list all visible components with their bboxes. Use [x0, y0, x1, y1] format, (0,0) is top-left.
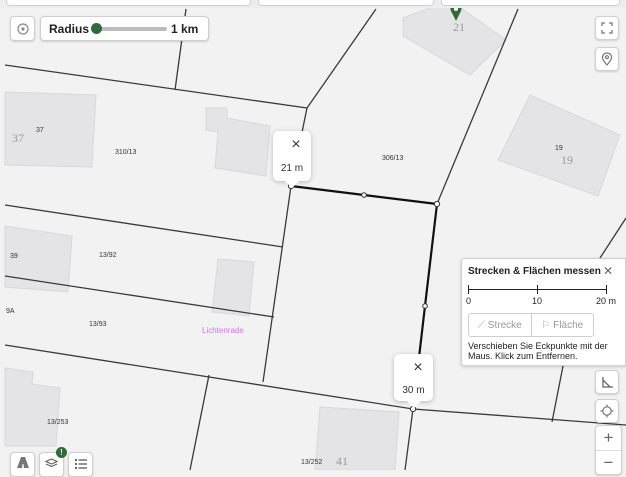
parcel-label: 310/13 — [115, 149, 137, 156]
parcel-label: 39 — [10, 253, 18, 260]
parcel-label: 13/93 — [89, 321, 107, 328]
basemap-icon — [16, 457, 29, 468]
fullscreen-icon — [601, 22, 613, 34]
house-number: 37 — [12, 131, 24, 145]
area-button-label: Fläche — [553, 319, 584, 331]
measure-midpoint[interactable] — [361, 192, 367, 198]
measure-midpoint[interactable] — [422, 303, 428, 309]
parcel-label: 19 — [555, 145, 563, 152]
list-button[interactable] — [68, 452, 93, 477]
radius-label: Radius — [49, 22, 90, 36]
zoom-out-icon[interactable]: − — [596, 450, 621, 474]
zoom-control: + − — [595, 425, 622, 475]
scale-tick — [468, 285, 469, 294]
close-icon[interactable]: × — [289, 137, 303, 153]
segment-length: 21 m — [280, 163, 304, 174]
map-canvas[interactable]: 37 310/13 306/13 19 13/92 39 9A 13/93 13… — [0, 0, 626, 470]
radius-slider-track[interactable] — [92, 27, 167, 31]
layers-icon — [45, 458, 58, 468]
parcel-label: 306/13 — [382, 155, 404, 162]
scale-tick — [606, 285, 607, 294]
location-pin-icon — [601, 52, 613, 66]
measure-panel-title: Strecken & Flächen messen — [468, 266, 601, 277]
measure-panel: Strecken & Flächen messen ✕ 0 10 20 m ⟋ … — [461, 258, 626, 366]
building — [314, 406, 400, 470]
scale-label: 20 m — [596, 296, 617, 306]
distance-button-label: Strecke — [487, 319, 522, 331]
distance-icon: ⟋ — [477, 319, 485, 331]
measure-ruler-icon — [601, 376, 613, 388]
layers-alert-badge: ! — [56, 447, 67, 458]
area-flag-icon: ⚐ — [541, 319, 551, 331]
scale-label: 10 — [532, 296, 543, 306]
segment-popup: × 30 m — [394, 354, 433, 409]
building — [4, 91, 97, 168]
scale-label: 0 — [466, 296, 472, 306]
radius-target-button[interactable] — [10, 16, 35, 41]
zoom-in-icon[interactable]: + — [596, 426, 621, 450]
building — [211, 258, 255, 317]
location-pin-button[interactable] — [595, 47, 619, 71]
parcel-label: 13/253 — [47, 419, 69, 426]
search-field[interactable] — [6, 0, 251, 6]
district-label: Lichtenrade — [202, 326, 244, 335]
parcel-label: 37 — [36, 127, 44, 134]
distance-button[interactable]: ⟋ Strecke — [469, 314, 531, 336]
basemap-button[interactable] — [10, 452, 35, 477]
locate-button[interactable] — [595, 399, 619, 423]
search-field-secondary[interactable] — [258, 0, 434, 6]
measure-hint: Verschieben Sie Eckpunkte mit der Maus. … — [468, 341, 608, 361]
toolbar-segment[interactable] — [441, 0, 620, 6]
top-bar — [0, 0, 626, 8]
scale-tick — [537, 285, 538, 294]
list-icon — [74, 459, 87, 469]
close-icon[interactable]: × — [411, 360, 425, 376]
measure-mode-group: ⟋ Strecke ⚐ Fläche — [468, 313, 594, 337]
house-number: 19 — [561, 153, 573, 167]
measure-button[interactable] — [595, 370, 619, 394]
house-number: 41 — [336, 454, 348, 468]
radius-slider-handle[interactable] — [90, 23, 102, 34]
radius-value: 1 km — [171, 22, 199, 36]
locate-crosshair-icon — [600, 404, 614, 418]
radius-target-icon — [16, 22, 29, 35]
close-icon[interactable]: ✕ — [603, 264, 613, 278]
house-number: 21 — [453, 20, 465, 34]
parcel-label: 13/92 — [99, 252, 117, 259]
measure-vertex[interactable] — [433, 200, 441, 208]
parcel-label: 13/252 — [301, 459, 323, 466]
parcel-label: 9A — [6, 308, 15, 315]
segment-popup: × 21 m — [273, 131, 311, 189]
area-button[interactable]: ⚐ Fläche — [530, 314, 594, 336]
radius-control: Radius 1 km — [40, 16, 209, 41]
fullscreen-button[interactable] — [595, 16, 619, 40]
